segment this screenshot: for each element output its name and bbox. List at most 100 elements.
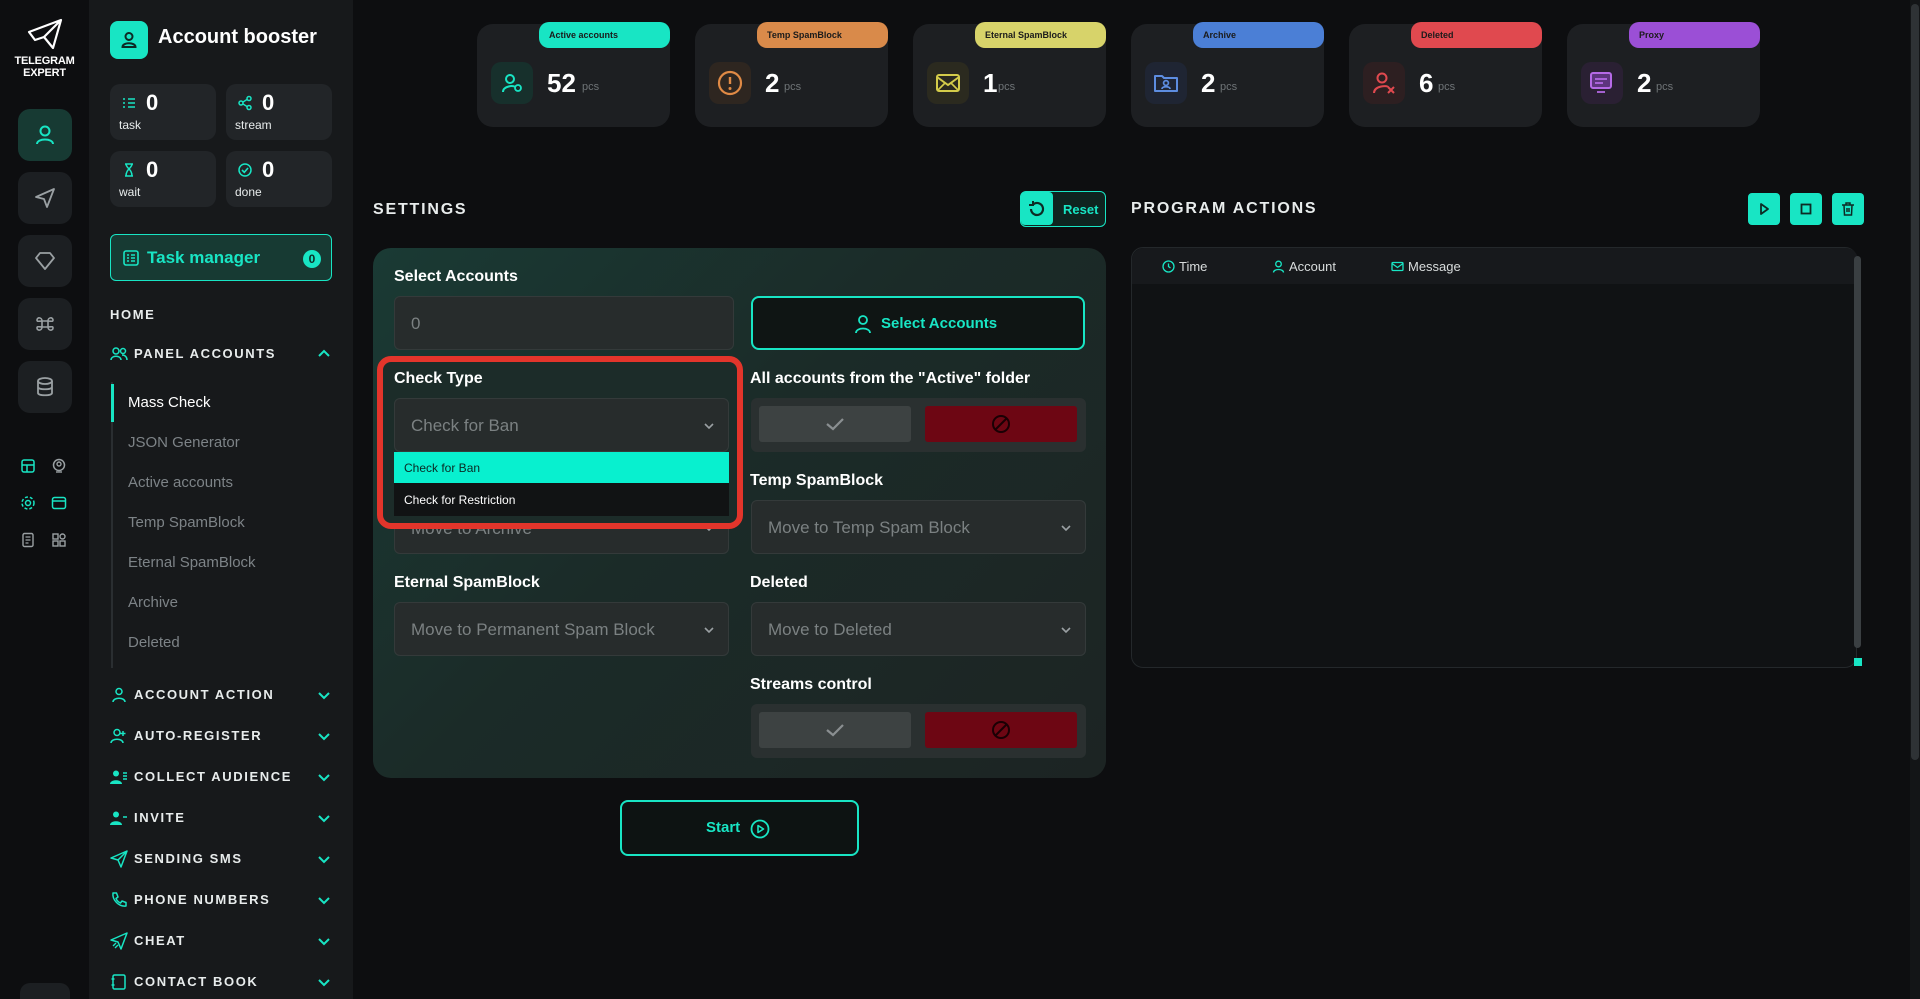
card-deleted-pill: Deleted xyxy=(1411,22,1542,48)
sub-item-json-generator[interactable]: JSON Generator xyxy=(128,434,240,451)
play-button[interactable] xyxy=(1748,193,1780,225)
rail-command-button[interactable] xyxy=(18,298,72,350)
stat-task-value: 0 xyxy=(146,90,159,115)
nav-cheat[interactable]: CHEAT xyxy=(110,929,332,953)
card-proxy-value: 2 xyxy=(1637,68,1652,98)
stat-done-label: done xyxy=(235,185,262,199)
sub-item-mass-check[interactable]: Mass Check xyxy=(128,394,211,411)
user-icon xyxy=(36,125,54,145)
rail-accounts-button[interactable] xyxy=(18,109,72,161)
stat-stream: 0 stream xyxy=(226,84,332,140)
reset-icon xyxy=(1021,192,1053,225)
share-icon xyxy=(238,95,252,111)
nav-collect-audience[interactable]: COLLECT AUDIENCE xyxy=(110,765,332,789)
eternal-spamblock-select[interactable]: Move to Permanent Spam Block xyxy=(394,602,729,656)
sub-item-temp-spamblock[interactable]: Temp SpamBlock xyxy=(128,514,245,531)
select-accounts-button[interactable]: Select Accounts xyxy=(751,296,1085,350)
task-manager-button[interactable]: Task manager 0 xyxy=(110,234,332,281)
program-actions-log: Time Account Message xyxy=(1131,247,1858,668)
streams-control-yes[interactable] xyxy=(759,712,911,748)
start-button[interactable]: Start xyxy=(620,800,859,856)
rail-send-button[interactable] xyxy=(18,172,72,224)
nav-account-action[interactable]: ACCOUNT ACTION xyxy=(110,683,332,707)
rail-database-button[interactable] xyxy=(18,361,72,413)
streams-control-no[interactable] xyxy=(925,712,1077,748)
nav-invite[interactable]: INVITE xyxy=(110,806,332,830)
submenu-rail xyxy=(111,382,113,668)
nav-phone-numbers[interactable]: PHONE NUMBERS xyxy=(110,888,332,912)
sheet-icon[interactable] xyxy=(17,455,39,477)
submenu-active-indicator xyxy=(111,384,114,422)
page-scrollbar-thumb[interactable] xyxy=(1911,4,1919,760)
sub-item-archive[interactable]: Archive xyxy=(128,594,178,611)
nav-sending-sms[interactable]: SENDING SMS xyxy=(110,847,332,871)
settings-gear-icon[interactable] xyxy=(17,492,39,514)
card-temp-spamblock-value: 2 xyxy=(765,68,780,98)
sub-item-active-accounts[interactable]: Active accounts xyxy=(128,474,233,491)
location-user-icon[interactable] xyxy=(48,455,70,477)
card-active-accounts[interactable]: Active accounts 52 pcs xyxy=(477,22,670,127)
browser-window-icon[interactable] xyxy=(48,492,70,514)
stat-task-label: task xyxy=(119,118,142,132)
log-col-time: Time xyxy=(1162,259,1208,274)
log-resize-handle[interactable] xyxy=(1854,658,1862,666)
card-deleted[interactable]: Deleted 6 pcs xyxy=(1349,22,1542,127)
check-circle-icon xyxy=(238,163,252,177)
temp-spamblock-select[interactable]: Move to Temp Spam Block xyxy=(751,500,1086,554)
card-eternal-spamblock-value: 1 xyxy=(983,68,998,98)
stat-stream-value: 0 xyxy=(262,90,275,115)
log-scrollbar[interactable] xyxy=(1854,256,1861,648)
log-col-time-label: Time xyxy=(1179,259,1208,274)
rail-diamond-button[interactable] xyxy=(18,235,72,287)
user-icon xyxy=(1272,260,1285,273)
trash-icon xyxy=(1842,202,1854,216)
stat-done-value: 0 xyxy=(262,157,275,182)
task-list-icon xyxy=(123,98,135,108)
users-icon xyxy=(110,347,128,361)
nav-panel-accounts-label: PANEL ACCOUNTS xyxy=(134,346,277,361)
nav-contact-book[interactable]: CONTACT BOOK xyxy=(110,970,332,994)
card-archive-value: 2 xyxy=(1201,68,1216,98)
task-manager-label: Task manager xyxy=(147,248,261,267)
chevron-down-icon xyxy=(318,938,330,946)
task-manager-icon xyxy=(123,250,139,266)
card-proxy[interactable]: Proxy 2 pcs xyxy=(1567,22,1760,127)
card-temp-spamblock[interactable]: Temp SpamBlock 2 pcs xyxy=(695,22,888,127)
nav-auto-register-label: AUTO-REGISTER xyxy=(134,728,263,743)
stop-button[interactable] xyxy=(1790,193,1822,225)
user-add-icon xyxy=(110,728,126,744)
play-icon xyxy=(1760,203,1769,215)
card-deleted-unit: pcs xyxy=(1438,81,1456,93)
rail-bottom-button[interactable] xyxy=(20,983,70,999)
select-accounts-field[interactable]: 0 xyxy=(394,296,734,350)
logo-line2: EXPERT xyxy=(23,67,66,79)
sub-item-deleted[interactable]: Deleted xyxy=(128,634,180,651)
select-accounts-button-label: Select Accounts xyxy=(881,315,998,332)
stat-task: 0 task xyxy=(110,84,216,140)
card-eternal-spamblock[interactable]: Eternal SpamBlock 1 pcs xyxy=(913,22,1106,127)
nav-home[interactable]: HOME xyxy=(110,307,155,322)
card-proxy-unit: pcs xyxy=(1656,81,1674,93)
program-actions-title: PROGRAM ACTIONS xyxy=(1131,200,1318,217)
deleted-select[interactable]: Move to Deleted xyxy=(751,602,1086,656)
temp-spamblock-value: Move to Temp Spam Block xyxy=(768,518,970,537)
deleted-value: Move to Deleted xyxy=(768,620,892,639)
reset-button[interactable]: Reset xyxy=(1020,191,1106,227)
widgets-icon[interactable] xyxy=(48,529,70,551)
chevron-down-icon xyxy=(318,979,330,987)
sub-item-eternal-spamblock[interactable]: Eternal SpamBlock xyxy=(128,554,256,571)
card-archive[interactable]: Archive 2 pcs xyxy=(1131,22,1324,127)
temp-spamblock-label: Temp SpamBlock xyxy=(750,472,884,489)
nav-panel-accounts[interactable]: PANEL ACCOUNTS xyxy=(110,342,332,366)
active-folder-yes[interactable] xyxy=(759,406,911,442)
clear-button[interactable] xyxy=(1832,193,1864,225)
nav-auto-register[interactable]: AUTO-REGISTER xyxy=(110,724,332,748)
sidebar: Account booster 0 task 0 stream 0 wait 0… xyxy=(89,0,353,999)
mail-icon xyxy=(1391,261,1404,272)
log-col-account-label: Account xyxy=(1289,259,1336,274)
document-list-icon[interactable] xyxy=(17,529,39,551)
card-archive-unit: pcs xyxy=(1220,81,1238,93)
stop-icon xyxy=(1800,203,1812,215)
clock-icon xyxy=(1162,260,1175,273)
active-folder-no[interactable] xyxy=(925,406,1077,442)
